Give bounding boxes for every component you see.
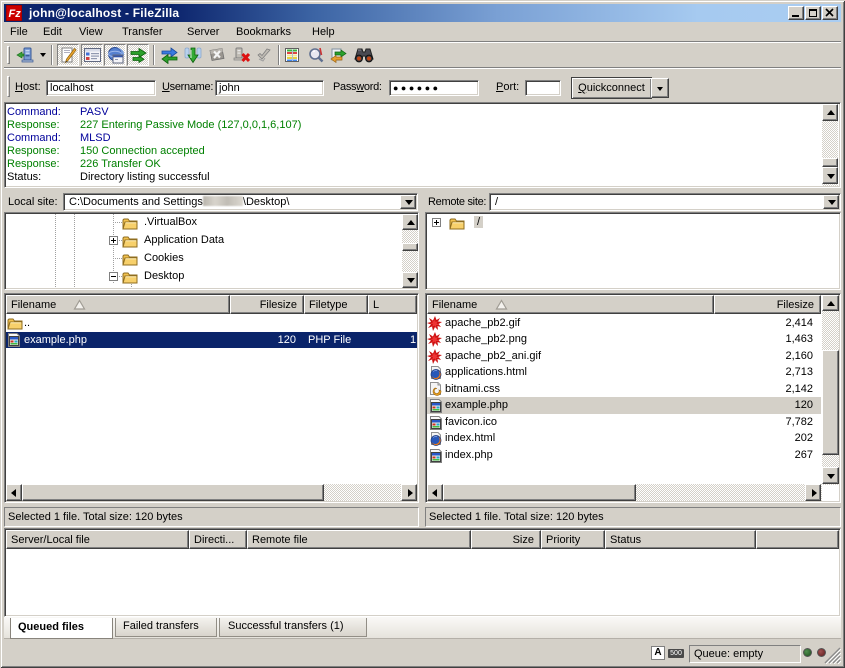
svg-text:Fz: Fz	[9, 8, 22, 20]
